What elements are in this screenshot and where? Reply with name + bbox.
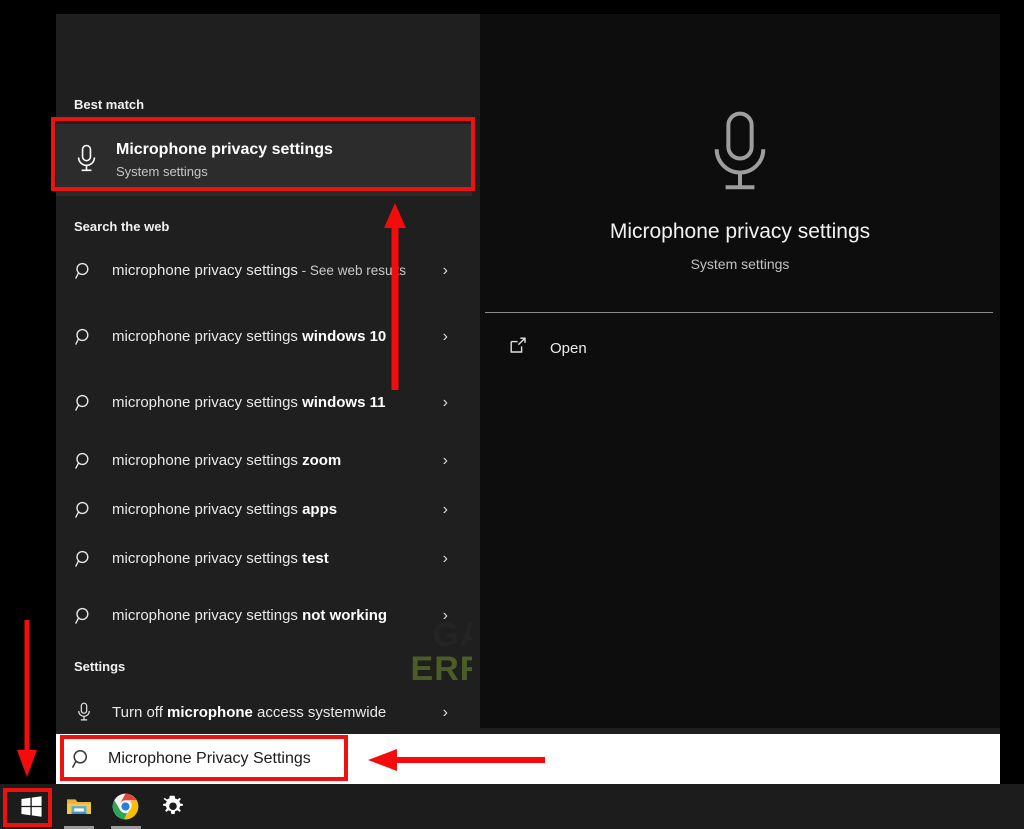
- list-item[interactable]: microphone privacy settings test ›: [56, 534, 472, 583]
- list-item-label: Turn off microphone access systemwide: [112, 704, 387, 721]
- list-item-label: microphone privacy settings test: [112, 549, 329, 567]
- list-item-label: microphone privacy settings zoom: [112, 451, 342, 469]
- best-match-subtitle: System settings: [116, 163, 208, 179]
- list-item-label: microphone privacy settings apps: [112, 500, 338, 518]
- open-label: Open: [550, 340, 587, 357]
- microphone-icon: [56, 702, 112, 724]
- search-input-value: Microphone Privacy Settings: [108, 750, 311, 767]
- list-item[interactable]: microphone privacy settings windows 10 ›: [56, 304, 472, 370]
- list-item-label: microphone privacy settings - See web re…: [112, 262, 406, 279]
- list-item-label: microphone privacy settings windows 11: [112, 394, 386, 411]
- open-action[interactable]: Open: [508, 336, 587, 361]
- list-item-label: microphone privacy settings windows 10: [112, 328, 387, 345]
- search-input[interactable]: Microphone Privacy Settings: [56, 734, 1000, 784]
- search-icon: [56, 451, 112, 471]
- list-item[interactable]: microphone privacy settings windows 11 ›: [56, 370, 472, 436]
- best-match-text: Microphone privacy settings System setti…: [116, 139, 333, 182]
- microphone-icon: [56, 144, 116, 176]
- chevron-right-icon[interactable]: ›: [443, 704, 448, 722]
- preview-pane: Microphone privacy settings System setti…: [480, 14, 1000, 728]
- search-icon: [56, 500, 112, 520]
- annotation-arrow-down: [10, 620, 44, 785]
- open-external-icon: [508, 336, 528, 361]
- chevron-right-icon[interactable]: ›: [443, 262, 448, 280]
- best-match-row[interactable]: Microphone privacy settings System setti…: [56, 124, 472, 196]
- preview-subtitle: System settings: [690, 256, 790, 272]
- chevron-right-icon[interactable]: ›: [443, 550, 448, 568]
- preview-title: Microphone privacy settings: [609, 220, 871, 243]
- list-item[interactable]: microphone privacy settings apps ›: [56, 485, 472, 534]
- web-results-list: microphone privacy settings - See web re…: [56, 238, 472, 728]
- list-item[interactable]: microphone privacy settings zoom ›: [56, 436, 472, 485]
- chevron-right-icon[interactable]: ›: [443, 452, 448, 470]
- best-match-title: Microphone privacy settings: [116, 140, 333, 158]
- search-icon: [56, 549, 112, 569]
- chevron-right-icon[interactable]: ›: [443, 328, 448, 346]
- list-item[interactable]: microphone privacy settings not working …: [56, 583, 472, 649]
- chevron-right-icon[interactable]: ›: [443, 607, 448, 625]
- google-chrome-button[interactable]: [102, 784, 149, 829]
- list-item[interactable]: Turn off microphone access systemwide ›: [56, 680, 472, 728]
- start-button[interactable]: [8, 784, 55, 829]
- list-item[interactable]: microphone privacy settings - See web re…: [56, 238, 472, 304]
- microphone-icon: [701, 110, 779, 207]
- list-item-label: microphone privacy settings not working: [112, 607, 388, 624]
- taskbar: [0, 784, 1024, 829]
- chevron-right-icon[interactable]: ›: [443, 394, 448, 412]
- search-icon: [56, 261, 112, 281]
- file-explorer-button[interactable]: [55, 784, 102, 829]
- settings-button[interactable]: [149, 784, 196, 829]
- search-icon: [56, 393, 112, 413]
- search-icon: [56, 748, 108, 770]
- results-pane: Best match Microphone privacy settings S…: [56, 14, 472, 728]
- settings-results-list: Turn off microphone access systemwide ›: [56, 680, 472, 728]
- best-match-header: Best match: [74, 97, 145, 112]
- preview-divider: [485, 312, 993, 313]
- search-the-web-header: Search the web: [74, 219, 170, 234]
- settings-header: Settings: [74, 659, 126, 674]
- taskbar-items: [8, 784, 196, 829]
- screen: All Apps Documents Web More ▼ 18: [0, 0, 1024, 829]
- windows-search-flyout: All Apps Documents Web More ▼ 18: [56, 14, 1000, 784]
- chevron-right-icon[interactable]: ›: [443, 501, 448, 519]
- search-icon: [56, 327, 112, 347]
- preview-card: Microphone privacy settings System setti…: [480, 14, 1000, 728]
- search-icon: [56, 606, 112, 626]
